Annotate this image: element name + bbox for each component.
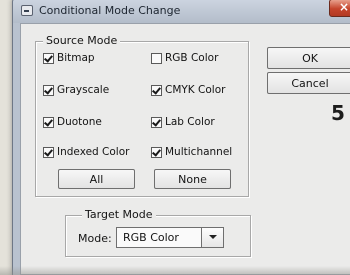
indexed-color-check-box[interactable] <box>43 146 54 158</box>
window-menu-icon[interactable] <box>21 5 33 16</box>
grayscale-check-box[interactable] <box>43 84 54 96</box>
close-button[interactable]: × <box>329 0 350 17</box>
cancel-button[interactable]: Cancel <box>267 72 350 94</box>
chevron-down-icon[interactable] <box>201 228 223 247</box>
dialog-body: Source Mode Bitmap RGB Color Grayscale C… <box>20 23 350 275</box>
grayscale-checkbox[interactable]: Grayscale <box>43 83 109 97</box>
mode-label: Mode: <box>78 232 112 245</box>
multichannel-check-box[interactable] <box>151 146 162 158</box>
target-mode-select[interactable]: RGB Color <box>116 227 224 248</box>
cmyk-color-check-box[interactable] <box>151 84 162 96</box>
lab-color-checkbox[interactable]: Lab Color <box>151 115 215 129</box>
grayscale-label: Grayscale <box>57 84 110 96</box>
ok-button[interactable]: OK <box>267 47 350 69</box>
target-mode-value: RGB Color <box>123 231 179 244</box>
screenshot-photo: Conditional Mode Change × Source Mode Bi… <box>0 0 350 275</box>
duotone-label: Duotone <box>57 116 102 128</box>
rgb-color-check-box[interactable] <box>151 52 162 64</box>
cmyk-color-label: CMYK Color <box>165 84 226 96</box>
duotone-checkbox[interactable]: Duotone <box>43 115 102 129</box>
multichannel-checkbox[interactable]: Multichannel <box>151 145 232 159</box>
multichannel-label: Multichannel <box>165 146 233 158</box>
target-mode-group: Target Mode Mode: RGB Color <box>65 208 251 257</box>
bitmap-check-box[interactable] <box>43 52 54 64</box>
close-icon: × <box>339 0 350 14</box>
indexed-color-checkbox[interactable]: Indexed Color <box>43 145 129 159</box>
source-mode-group: Source Mode Bitmap RGB Color Grayscale C… <box>35 34 249 197</box>
rgb-color-checkbox[interactable]: RGB Color <box>151 51 218 65</box>
step-number-annotation: 5 <box>331 101 345 125</box>
source-mode-label: Source Mode <box>43 34 121 47</box>
cmyk-color-checkbox[interactable]: CMYK Color <box>151 83 225 97</box>
title-bar[interactable]: Conditional Mode Change × <box>13 0 350 23</box>
duotone-check-box[interactable] <box>43 116 54 128</box>
bitmap-checkbox[interactable]: Bitmap <box>43 51 95 65</box>
target-mode-label: Target Mode <box>82 208 156 221</box>
indexed-color-label: Indexed Color <box>57 146 130 158</box>
rgb-color-label: RGB Color <box>165 52 219 64</box>
lab-color-check-box[interactable] <box>151 116 162 128</box>
bitmap-label: Bitmap <box>57 52 95 64</box>
photo-bottom-edge <box>0 266 350 275</box>
window-title: Conditional Mode Change <box>39 4 181 17</box>
none-button[interactable]: None <box>154 169 231 189</box>
lab-color-label: Lab Color <box>165 116 215 128</box>
conditional-mode-change-dialog: Conditional Mode Change × Source Mode Bi… <box>12 0 350 275</box>
all-button[interactable]: All <box>58 169 135 189</box>
